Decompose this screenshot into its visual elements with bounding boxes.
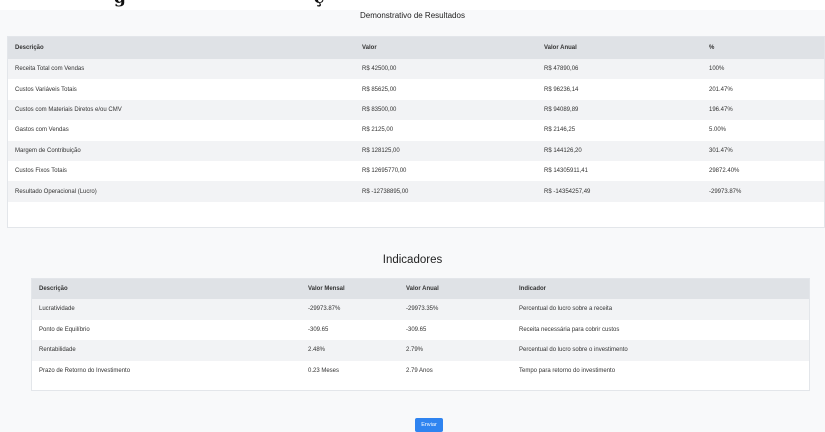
indicators-card: Descrição Valor Mensal Valor Anual Indic… bbox=[31, 278, 810, 391]
cell-percent: 29872.40% bbox=[709, 168, 740, 175]
cell-value: R$ 42500,00 bbox=[362, 66, 397, 73]
cell-annual-value: R$ -14354257,49 bbox=[544, 188, 591, 195]
cell-annual-value: -309.65 bbox=[406, 326, 427, 333]
column-header-valor-anual: Valor Anual bbox=[406, 286, 439, 292]
heading-fragment-right: ç bbox=[314, 0, 324, 8]
submit-button[interactable]: Enviar bbox=[415, 418, 443, 432]
cell-annual-value: 2.79 Anos bbox=[406, 367, 433, 374]
page: gç Demonstrativo de Resultados Descrição… bbox=[0, 0, 825, 432]
table-row: Resultado Operacional (Lucro) R$ -127388… bbox=[8, 181, 824, 202]
table-row: Receita Total com Vendas R$ 42500,00 R$ … bbox=[8, 59, 824, 80]
cell-value: R$ -12738895,00 bbox=[362, 188, 409, 195]
column-header-indicador: Indicador bbox=[519, 286, 547, 292]
cell-monthly-value: -29973.87% bbox=[308, 306, 341, 313]
cell-indicator: Percentual do lucro sobre a receita bbox=[519, 306, 613, 313]
table-row: Margem de Contribuição R$ 128125,00 R$ 1… bbox=[8, 140, 824, 161]
cell-description: Rentabilidade bbox=[39, 347, 76, 354]
results-card: Descrição Valor Valor Anual % Receita To… bbox=[7, 36, 825, 228]
cell-percent: 196.47% bbox=[709, 106, 733, 113]
cell-value: R$ 83500,00 bbox=[362, 106, 397, 113]
indicators-table: Descrição Valor Mensal Valor Anual Indic… bbox=[32, 279, 809, 381]
table-row: Custos com Materiais Diretos e/ou CMV R$… bbox=[8, 99, 824, 121]
cell-description: Resultado Operacional (Lucro) bbox=[15, 188, 97, 195]
cell-percent: 100% bbox=[709, 66, 725, 73]
cell-value: R$ 2125,00 bbox=[362, 127, 394, 134]
table-row: Prazo de Retorno do Investimento 0.23 Me… bbox=[32, 360, 809, 381]
cell-annual-value: 2.79% bbox=[406, 347, 424, 354]
table-row: Rentabilidade 2.48% 2.79% Percentual do … bbox=[32, 340, 809, 361]
cell-description: Lucratividade bbox=[39, 306, 75, 313]
cell-percent: 5.00% bbox=[709, 127, 727, 134]
cell-annual-value: -29973.35% bbox=[406, 306, 439, 313]
cell-value: R$ 85625,00 bbox=[362, 86, 397, 93]
column-header-percent: % bbox=[709, 45, 715, 51]
clipped-page-heading: gç bbox=[0, 0, 825, 10]
cell-description: Receita Total com Vendas bbox=[15, 66, 85, 73]
cell-annual-value: R$ 144126,20 bbox=[544, 147, 582, 154]
cell-annual-value: R$ 94089,89 bbox=[544, 106, 579, 113]
column-header-valor-anual: Valor Anual bbox=[544, 45, 577, 51]
report-subtitle: Demonstrativo de Resultados bbox=[360, 11, 465, 20]
cell-description: Custos Fixos Totais bbox=[15, 168, 67, 175]
table-row: Custos Variáveis Totais R$ 85625,00 R$ 9… bbox=[8, 79, 824, 100]
results-header-row: Descrição Valor Valor Anual % bbox=[8, 37, 824, 59]
table-row: Lucratividade -29973.87% -29973.35% Perc… bbox=[32, 299, 809, 320]
cell-description: Margem de Contribuição bbox=[15, 147, 81, 154]
cell-annual-value: R$ 47890,06 bbox=[544, 66, 579, 73]
cell-description: Ponto de Equilíbrio bbox=[39, 326, 90, 333]
cell-indicator: Percentual do lucro sobre o investimento bbox=[519, 347, 628, 354]
indicators-header-row: Descrição Valor Mensal Valor Anual Indic… bbox=[32, 279, 809, 299]
table-row: Custos Fixos Totais R$ 12695770,00 R$ 14… bbox=[8, 160, 824, 182]
cell-indicator: Tempo para retorno do investimento bbox=[519, 367, 616, 374]
column-header-valor: Valor bbox=[362, 45, 377, 51]
column-header-descricao: Descrição bbox=[15, 45, 44, 51]
indicators-title: Indicadores bbox=[382, 254, 443, 266]
cell-percent: 301.47% bbox=[709, 147, 733, 154]
cell-value: R$ 12695770,00 bbox=[362, 168, 407, 175]
results-table: Descrição Valor Valor Anual % Receita To… bbox=[8, 37, 824, 202]
cell-description: Custos com Materiais Diretos e/ou CMV bbox=[15, 106, 122, 113]
cell-description: Custos Variáveis Totais bbox=[15, 86, 77, 93]
column-header-valor-mensal: Valor Mensal bbox=[308, 286, 345, 292]
column-header-descricao: Descrição bbox=[39, 286, 68, 292]
cell-monthly-value: 0.23 Meses bbox=[308, 367, 340, 374]
heading-fragment-left: g bbox=[114, 0, 126, 8]
table-row: Gastos com Vendas R$ 2125,00 R$ 2146,25 … bbox=[8, 120, 824, 141]
page-heading-partial: gç bbox=[114, 0, 324, 8]
cell-description: Gastos com Vendas bbox=[15, 127, 69, 134]
cell-monthly-value: 2.48% bbox=[308, 347, 326, 354]
cell-value: R$ 128125,00 bbox=[362, 147, 400, 154]
cell-indicator: Receita necessária para cobrir custos bbox=[519, 326, 620, 333]
cell-monthly-value: -309.65 bbox=[308, 326, 329, 333]
cell-percent: -29973.87% bbox=[709, 188, 742, 195]
cell-annual-value: R$ 14305911,41 bbox=[544, 168, 588, 175]
cell-annual-value: R$ 96236,14 bbox=[544, 86, 579, 93]
table-row: Ponto de Equilíbrio -309.65 -309.65 Rece… bbox=[32, 319, 809, 340]
cell-annual-value: R$ 2146,25 bbox=[544, 127, 576, 134]
cell-description: Prazo de Retorno do Investimento bbox=[39, 367, 131, 374]
cell-percent: 201.47% bbox=[709, 86, 733, 93]
